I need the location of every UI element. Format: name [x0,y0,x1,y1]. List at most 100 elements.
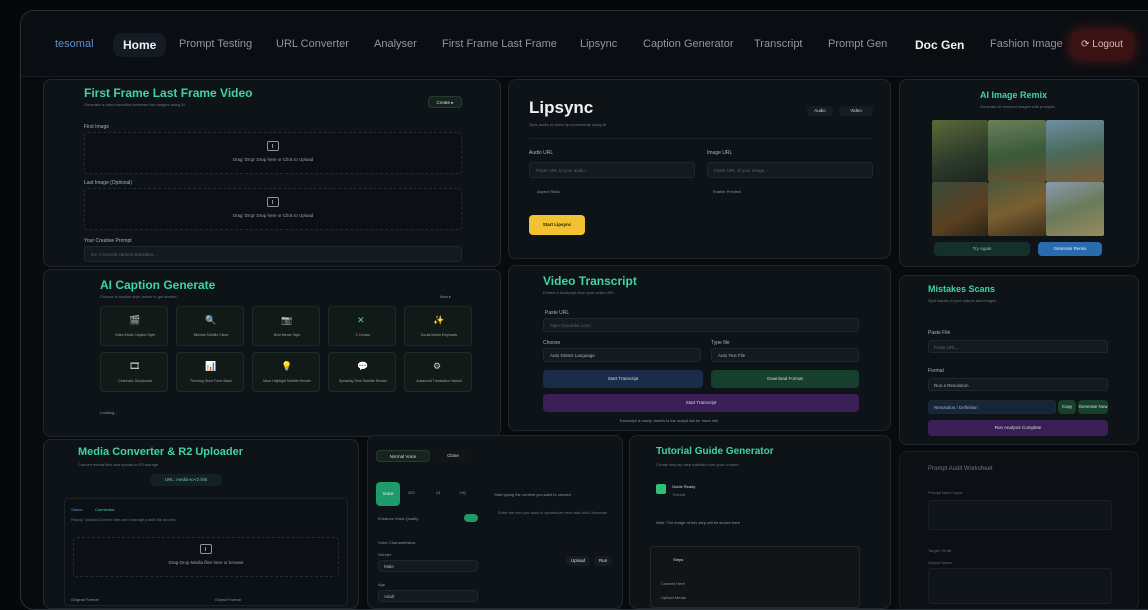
upload-icon [267,197,279,207]
tile-icon: 📷 [281,315,293,325]
choose-label: Choose [543,340,561,346]
tab-audio[interactable]: Audio [807,106,833,116]
aspect-ratio-option[interactable]: Aspect Ratio [537,189,560,194]
audio-url-input[interactable]: Paste URL to your audio... [529,162,695,178]
logout-button[interactable]: ⟳ Logout [1071,31,1133,59]
run-button[interactable]: Run [594,556,612,566]
generate-now-button[interactable]: Generate Now [1078,400,1108,414]
voice-metric-active[interactable]: Voice [376,482,400,506]
nav-item-prompt-gen[interactable]: Prompt Gen [828,38,887,50]
generated-image-4[interactable] [932,182,988,236]
output-notes-label: Output Notes [928,560,952,565]
type-file-select[interactable]: Auto Text File [711,348,859,362]
enhance-quality-toggle[interactable] [464,514,478,522]
lipsync-title: Lipsync [529,98,594,117]
prompt-input[interactable]: Ex: A smooth camera transition... [84,246,462,262]
brand-logo[interactable]: tesomal [55,38,94,50]
try-again-button[interactable]: Try Again [934,242,1030,256]
nav-item-transcript[interactable]: Transcript [754,38,803,50]
tab-normal-voice[interactable]: Normal Voice [376,450,430,462]
start-transcript-purple-button[interactable]: Start Transcript [543,394,859,412]
first-image-dropzone[interactable]: Drag 'Drop' Drop here or Click to Upload [84,132,462,174]
caption-style-tile[interactable]: 🎞 Cinematic Storyboard [100,352,168,392]
caption-style-tile[interactable]: ✕ X Creator [328,306,396,346]
tutorial-guide-card: Tutorial Guide Generator Create step-by-… [629,435,891,609]
prompt-label: Your Creative Prompt [84,238,132,244]
format-select[interactable]: Run a Resolution [928,378,1108,391]
caption-style-tile[interactable]: 🎬 Video Mode Caption Style [100,306,168,346]
choose-value: Auto Detect Language [550,353,595,358]
caption-style-tile[interactable]: 🔍 Minimal Subtitle Clean [176,306,244,346]
tab-clone[interactable]: Clone [436,450,470,462]
card-description: Create step-by-step tutorials from your … [656,462,739,467]
caption-style-tile[interactable]: 📊 Trending Short Form Stack [176,352,244,392]
url-chip[interactable]: URL: media-to-r2.link [150,474,222,486]
run-analysis-button[interactable]: Run Analysis Complete [928,420,1108,436]
card-description: Convert media files and upload to R2 sto… [78,462,159,467]
steps-value: Upload Media [661,595,686,600]
transcript-footer: Transcript is ready, switch to the outpu… [619,418,719,423]
generate-remix-button[interactable]: Generate Remix [1038,242,1102,256]
paste-url-input[interactable]: https://youtube.com/... [543,318,859,332]
tile-label: Speaking Tone Subtitle Render [338,379,388,383]
image-url-label: Image URL [707,150,733,156]
enable-preview-option[interactable]: Enable Preview [713,189,741,194]
choose-select[interactable]: Auto Detect Language [543,348,701,362]
nav-item-fashion-image[interactable]: Fashion Image [990,38,1063,50]
resolution-field[interactable]: Resolution / Definition [928,400,1056,414]
dropzone-text: Drag-Drop Media files here or browse [168,560,244,565]
download-format-button[interactable]: Download Format [711,370,859,388]
caption-style-tile[interactable]: 📷 Bold Meme Style [252,306,320,346]
prompt-idea-label: Prompt Idea / Input [928,490,963,495]
nav-item-first-frame-last-frame[interactable]: First Frame Last Frame [442,38,557,50]
paste-file-label: Paste File [928,330,951,336]
start-lipsync-button[interactable]: Start Lipsync [529,215,585,235]
tile-icon: 💡 [281,361,293,371]
caption-style-tile[interactable]: 💬 Speaking Tone Subtitle Render [328,352,396,392]
start-transcript-blue-button[interactable]: Start Transcript [543,370,703,388]
loading-text: Loading... [100,410,118,415]
mistakes-scan-card: Mistakes Scans Spot issues in your video… [899,275,1139,445]
paste-url-label: Paste URL [545,310,570,316]
nav-item-prompt-testing[interactable]: Prompt Testing [179,38,252,50]
age-select[interactable]: Adult [378,590,478,602]
generated-image-5[interactable] [988,182,1046,236]
caption-style-tile[interactable]: ✨ Social Media Emphasis [404,306,472,346]
divider [529,138,873,139]
generated-image-1[interactable] [932,120,988,182]
copy-button[interactable]: Copy [1058,400,1076,414]
nav-item-doc-gen[interactable]: Doc Gen [915,38,964,52]
card-title: Media Converter & R2 Uploader [78,446,244,458]
image-url-input[interactable]: Paste URL of your image... [707,162,873,178]
caption-style-tile[interactable]: 💡 Neon Highlight Subtitle Render [252,352,320,392]
generated-image-6[interactable] [1046,182,1104,236]
new-badge[interactable]: New ▸ [440,294,451,299]
upload-button[interactable]: Upload [566,556,590,566]
generated-image-3[interactable] [1046,120,1104,182]
prompt-placeholder: Ex: A smooth camera transition... [91,252,157,257]
card-title: Video Transcript [543,274,637,288]
text-input-subhint: Enter the text you want to synthesize he… [498,510,607,515]
gender-select[interactable]: Male [378,560,478,572]
nav-item-lipsync[interactable]: Lipsync [580,38,617,50]
prompt-idea-input[interactable] [928,500,1112,530]
tile-icon: ✨ [433,315,445,325]
card-description: Choose a caption style below to get star… [100,294,177,299]
status-value: Connected [95,507,115,512]
paste-file-input[interactable]: Paste URL... [928,340,1108,353]
app-window: tesomal Home Prompt Testing URL Converte… [20,10,1148,610]
last-image-dropzone[interactable]: Drag 'Drop' Drop here or Click to Upload [84,188,462,230]
output-notes-input[interactable] [928,568,1112,604]
nav-item-url-converter[interactable]: URL Converter [276,38,349,50]
voice-metric: 24 [436,490,441,495]
tile-icon: 💬 [357,361,369,371]
create-button[interactable]: Create ▸ [428,96,462,108]
nav-item-analyser[interactable]: Analyser [374,38,417,50]
nav-item-caption-generator[interactable]: Caption Generator [643,38,734,50]
generated-image-2[interactable] [988,120,1046,182]
nav-item-home[interactable]: Home [113,33,167,57]
caption-style-tile[interactable]: ⚙ Advanced Translation Variant [404,352,472,392]
media-dropzone[interactable]: Drag-Drop Media files here or browse [73,537,339,577]
tab-video[interactable]: Video [839,106,873,116]
url-placeholder: https://youtube.com/... [550,323,595,328]
